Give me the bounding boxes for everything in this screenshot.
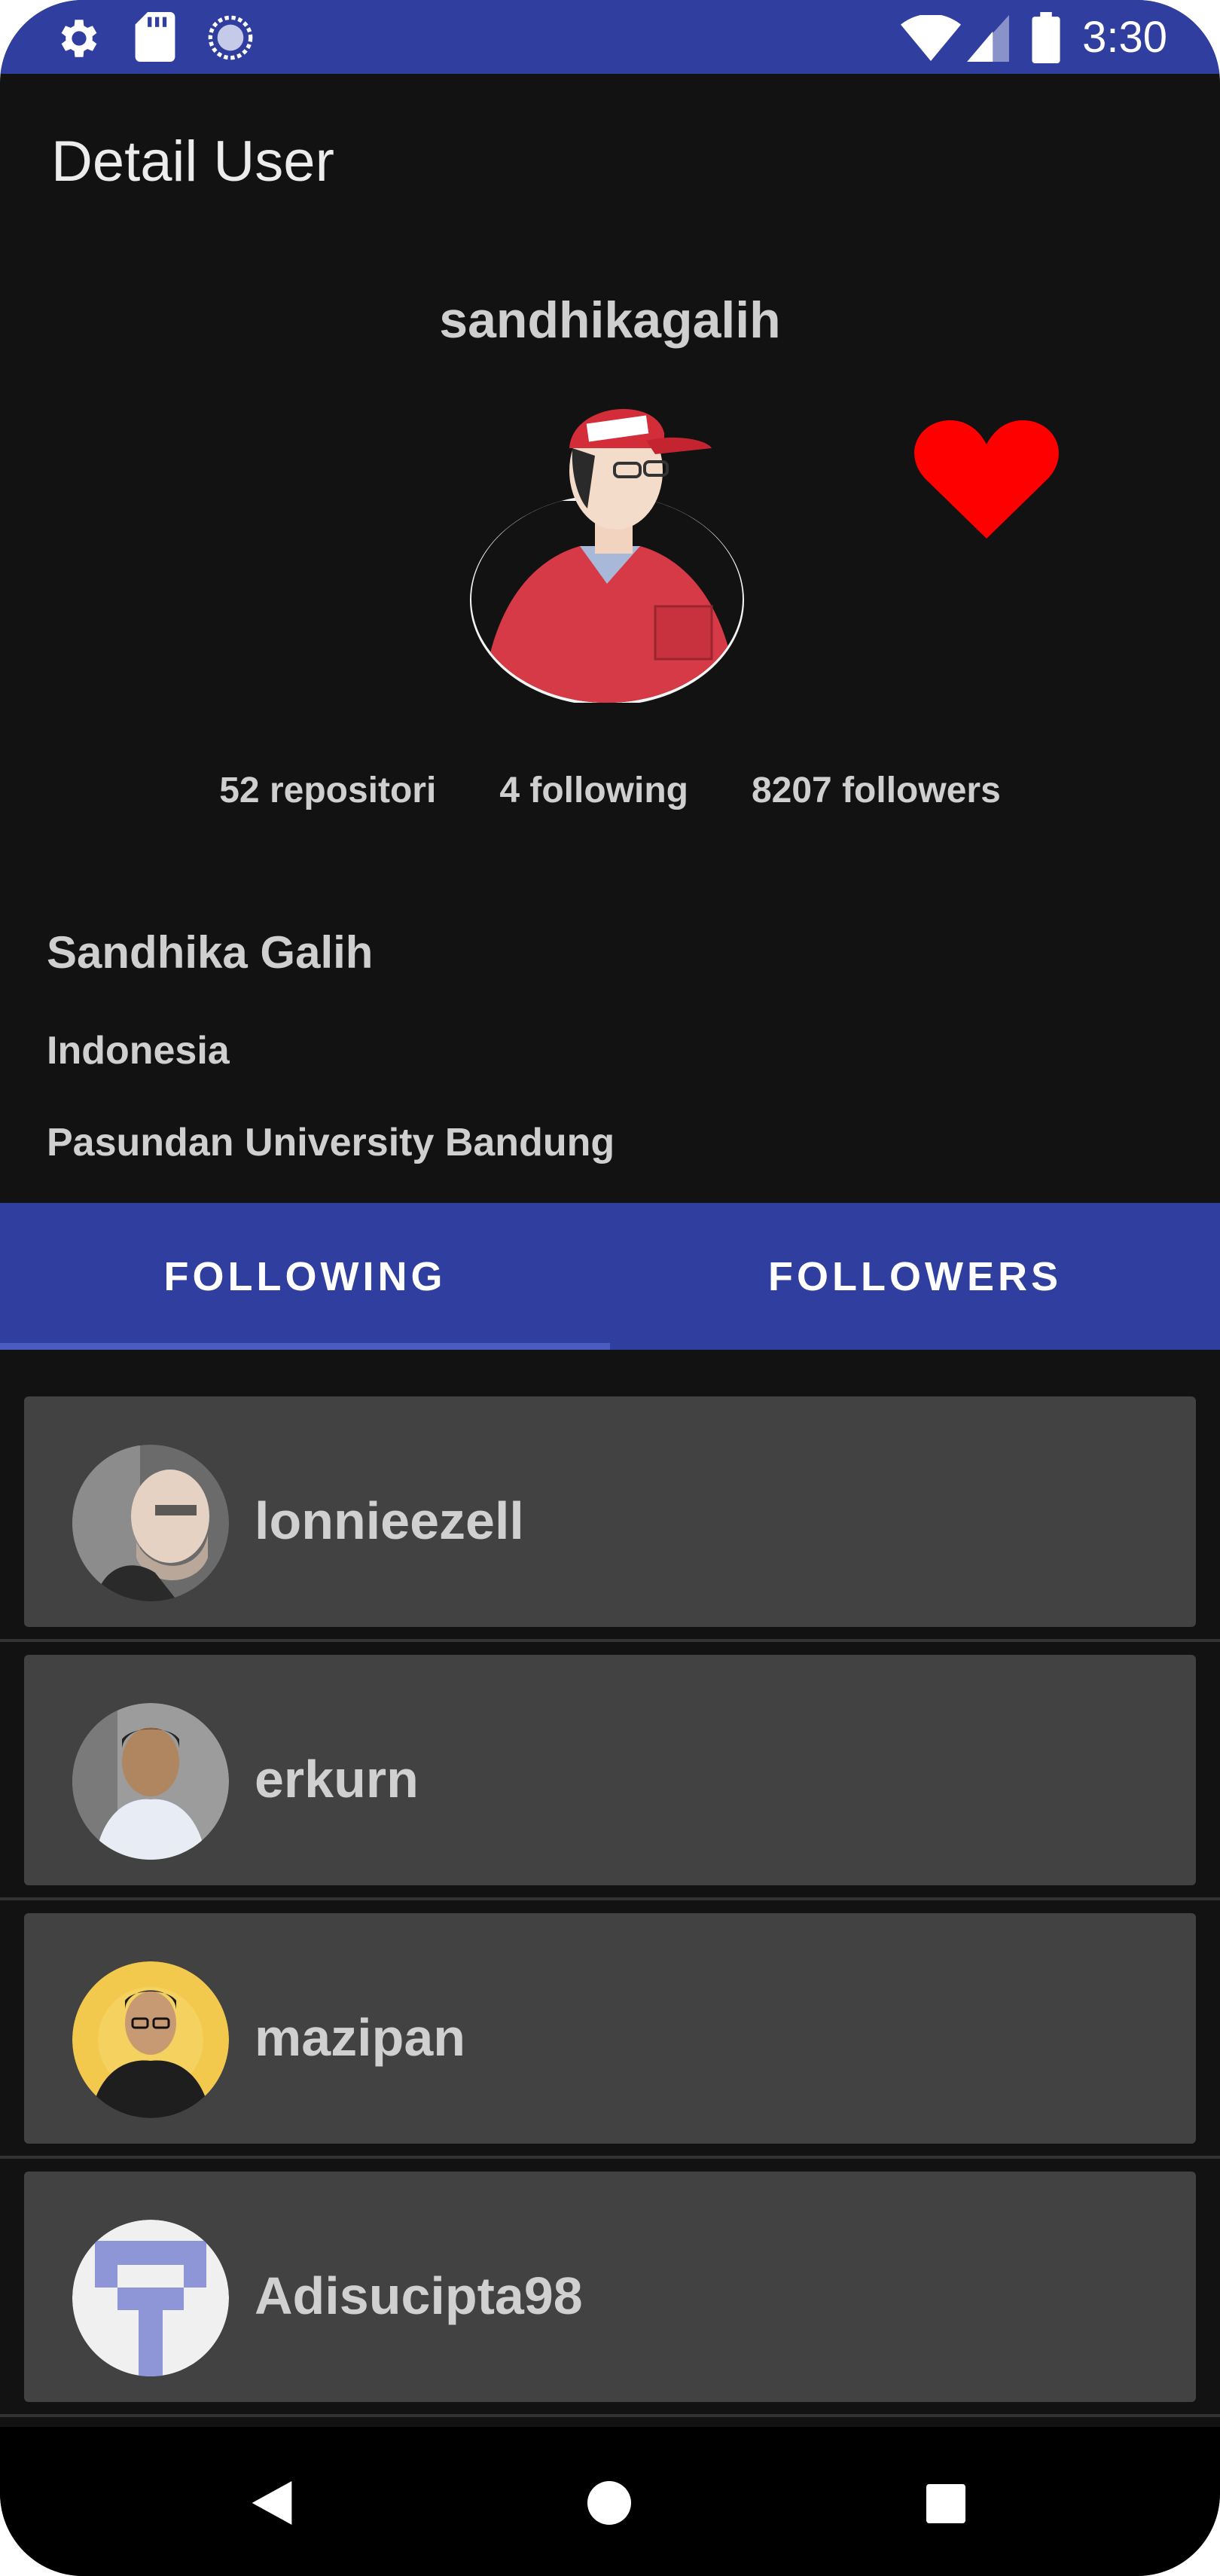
- profile-avatar: [470, 408, 744, 703]
- profile-company: Pasundan University Bandung: [47, 1121, 615, 1164]
- favorite-button[interactable]: [911, 414, 1062, 550]
- user-avatar: [72, 2220, 229, 2376]
- user-login: erkurn: [255, 1750, 419, 1808]
- page-title: Detail User: [51, 130, 334, 194]
- tab-following[interactable]: FOLLOWING: [0, 1203, 610, 1350]
- profile-name: Sandhika Galih: [47, 927, 374, 978]
- back-icon[interactable]: [252, 2481, 292, 2525]
- user-avatar: [72, 1961, 229, 2118]
- divider: [0, 2414, 1220, 2417]
- tab-bar: FOLLOWING FOLLOWERS: [0, 1203, 1220, 1350]
- user-login: lonnieezell: [255, 1491, 524, 1550]
- home-icon[interactable]: [587, 2481, 631, 2525]
- divider: [0, 1639, 1220, 1642]
- sd-card-icon: [135, 12, 175, 62]
- heart-icon: [914, 420, 1059, 539]
- status-bar: 3:30: [0, 0, 1220, 74]
- wifi-icon: [901, 15, 961, 61]
- followers-count: 8207 followers: [751, 771, 1001, 810]
- sync-icon: [208, 15, 253, 60]
- system-navigation-bar: [0, 2427, 1220, 2576]
- status-time: 3:30: [1082, 13, 1167, 62]
- list-item[interactable]: lonnieezell: [24, 1396, 1196, 1627]
- following-count: 4 following: [499, 771, 688, 810]
- gear-icon: [61, 20, 97, 57]
- list-item[interactable]: Adisucipta98: [24, 2172, 1196, 2402]
- repositories-count: 52 repositori: [219, 771, 437, 810]
- list-item[interactable]: mazipan: [24, 1913, 1196, 2144]
- profile-stats: 52 repositori 4 following 8207 followers: [0, 761, 1220, 821]
- list-item[interactable]: erkurn: [24, 1655, 1196, 1885]
- tab-indicator: [0, 1343, 610, 1350]
- recents-icon[interactable]: [926, 2484, 965, 2523]
- user-login: Adisucipta98: [255, 2266, 583, 2325]
- divider: [0, 2156, 1220, 2159]
- user-avatar: [72, 1445, 229, 1601]
- divider: [0, 1897, 1220, 1900]
- tab-followers[interactable]: FOLLOWERS: [610, 1203, 1220, 1350]
- user-login: mazipan: [255, 2008, 466, 2067]
- profile-location: Indonesia: [47, 1029, 230, 1073]
- signal-icon: [967, 15, 1009, 62]
- user-avatar: [72, 1703, 229, 1860]
- profile-username: sandhikagalih: [439, 291, 781, 349]
- battery-icon: [1032, 12, 1060, 63]
- app-screen: 3:30 Detail User sandhikagalih 52 reposi…: [0, 0, 1220, 2576]
